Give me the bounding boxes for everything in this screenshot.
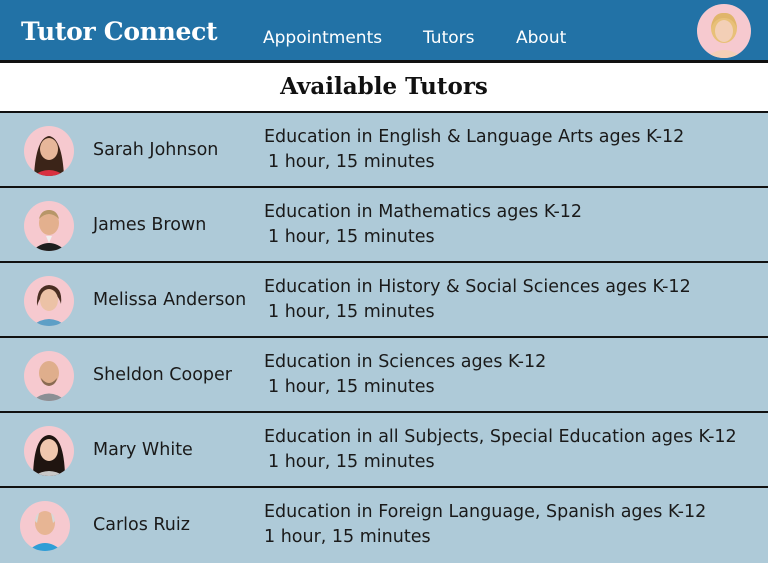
session-duration: 1 hour, 15 minutes [268, 302, 435, 322]
tutor-subject: Education in Foreign Language, Spanish a… [264, 502, 707, 522]
session-duration: 1 hour, 15 minutes [268, 152, 435, 172]
tutor-avatar [20, 501, 70, 551]
tutor-row[interactable]: Sarah Johnson Education in English & Lan… [0, 113, 768, 188]
tutor-name: James Brown [93, 215, 207, 235]
tutor-name: Carlos Ruiz [93, 515, 190, 535]
tutor-description: Education in all Subjects, Special Educa… [264, 425, 737, 475]
tutor-avatar [24, 201, 74, 251]
session-duration: 1 hour, 15 minutes [268, 227, 435, 247]
tutor-row[interactable]: Melissa Anderson Education in History & … [0, 263, 768, 338]
tutor-name: Mary White [93, 440, 193, 460]
tutor-avatar [24, 126, 74, 176]
tutor-avatar [24, 351, 74, 401]
tutor-row[interactable]: Mary White Education in all Subjects, Sp… [0, 413, 768, 488]
tutor-subject: Education in Sciences ages K-12 [264, 352, 547, 372]
session-duration: 1 hour, 15 minutes [268, 452, 435, 472]
top-navigation-bar: Tutor Connect Appointments Tutors About [0, 0, 768, 63]
session-duration: 1 hour, 15 minutes [264, 527, 431, 547]
tutor-row[interactable]: James Brown Education in Mathematics age… [0, 188, 768, 263]
tutor-subject: Education in English & Language Arts age… [264, 127, 685, 147]
tutor-description: Education in Mathematics ages K-12 1 hou… [264, 200, 582, 250]
tutor-description: Education in English & Language Arts age… [264, 125, 684, 175]
tutor-name: Sarah Johnson [93, 140, 219, 160]
tutor-subject: Education in Mathematics ages K-12 [264, 202, 583, 222]
session-duration: 1 hour, 15 minutes [268, 377, 435, 397]
brand-logo[interactable]: Tutor Connect [21, 17, 218, 46]
tutor-avatar [24, 426, 74, 476]
tutor-subject: Education in all Subjects, Special Educa… [264, 427, 737, 447]
nav-appointments[interactable]: Appointments [263, 28, 382, 48]
tutor-avatar [24, 276, 74, 326]
tutor-description: Education in History & Social Sciences a… [264, 275, 691, 325]
nav-tutors[interactable]: Tutors [423, 28, 475, 48]
nav-about[interactable]: About [516, 28, 566, 48]
page-title: Available Tutors [0, 63, 768, 113]
tutor-subject: Education in History & Social Sciences a… [264, 277, 691, 297]
tutor-name: Sheldon Cooper [93, 365, 233, 385]
tutor-list: Sarah Johnson Education in English & Lan… [0, 113, 768, 563]
tutor-description: Education in Sciences ages K-12 1 hour, … [264, 350, 546, 400]
tutor-description: Education in Foreign Language, Spanish a… [264, 500, 706, 550]
tutor-row[interactable]: Carlos Ruiz Education in Foreign Languag… [0, 488, 768, 563]
tutor-name: Melissa Anderson [93, 290, 247, 310]
user-avatar-icon[interactable] [697, 4, 751, 58]
tutor-row[interactable]: Sheldon Cooper Education in Sciences age… [0, 338, 768, 413]
